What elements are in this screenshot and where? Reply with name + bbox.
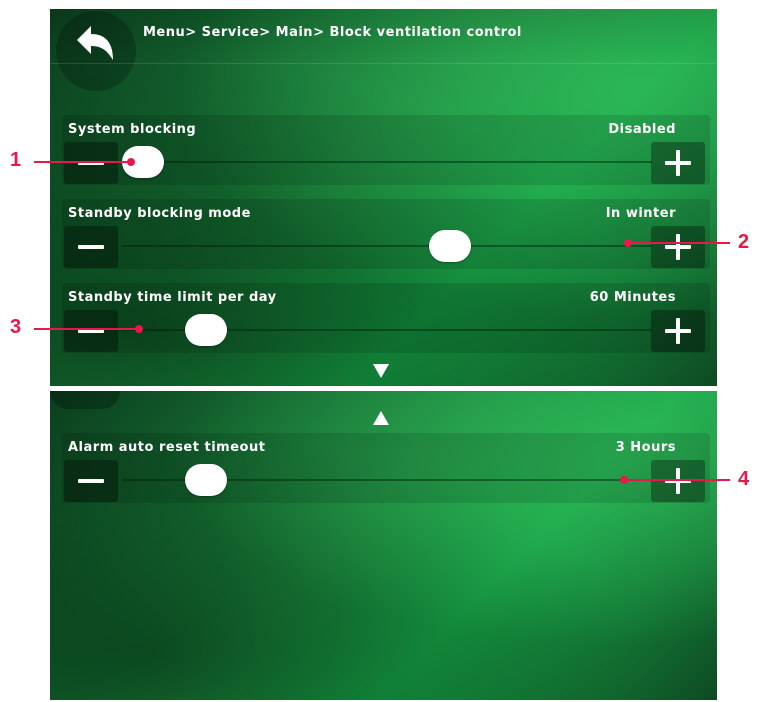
- decrease-button[interactable]: [64, 460, 118, 502]
- callout-1-line: [34, 161, 130, 163]
- decrease-button[interactable]: [64, 226, 118, 268]
- minus-icon: [78, 479, 104, 483]
- callout-3-line: [34, 328, 138, 330]
- header: Menu> Service> Main> Block ventilation c…: [50, 9, 717, 91]
- slider-thumb[interactable]: [185, 314, 227, 346]
- screen-bottom: Alarm auto reset timeout 3 Hours: [50, 391, 717, 700]
- breadcrumb: Menu> Service> Main> Block ventilation c…: [143, 25, 522, 40]
- callout-2-dot: [624, 239, 632, 247]
- scroll-up-icon[interactable]: [373, 411, 389, 425]
- slider-thumb[interactable]: [185, 464, 227, 496]
- back-button-edge: [50, 391, 120, 409]
- back-arrow-icon: [77, 26, 113, 60]
- callout-4: 4: [738, 468, 750, 490]
- setting-value: Disabled: [608, 122, 676, 137]
- slider-track[interactable]: [122, 230, 652, 262]
- setting-row-standby-time-limit: Standby time limit per day 60 Minutes: [62, 283, 710, 353]
- callout-3-dot: [135, 325, 143, 333]
- slider-track[interactable]: [122, 464, 652, 496]
- callout-2-line: [630, 242, 730, 244]
- callout-2: 2: [738, 231, 750, 253]
- callout-4-dot: [620, 476, 628, 484]
- callout-4-line: [626, 479, 730, 481]
- setting-row-alarm-auto-reset: Alarm auto reset timeout 3 Hours: [62, 433, 710, 503]
- slider-thumb[interactable]: [429, 230, 471, 262]
- setting-row-standby-blocking-mode: Standby blocking mode In winter: [62, 199, 710, 269]
- setting-row-system-blocking: System blocking Disabled: [62, 115, 710, 185]
- increase-button[interactable]: [651, 226, 705, 268]
- scroll-down-icon[interactable]: [373, 364, 389, 378]
- increase-button[interactable]: [651, 310, 705, 352]
- setting-value: 3 Hours: [615, 440, 676, 455]
- callout-1: 1: [10, 149, 22, 171]
- header-divider: [50, 63, 717, 64]
- screen-top: Menu> Service> Main> Block ventilation c…: [50, 9, 717, 386]
- back-button[interactable]: [56, 11, 136, 91]
- slider-track[interactable]: [122, 146, 652, 178]
- decrease-button[interactable]: [64, 142, 118, 184]
- callout-3: 3: [10, 316, 22, 338]
- setting-value: In winter: [605, 206, 676, 221]
- setting-label: Standby time limit per day: [68, 290, 277, 305]
- increase-button[interactable]: [651, 460, 705, 502]
- increase-button[interactable]: [651, 142, 705, 184]
- setting-value: 60 Minutes: [589, 290, 676, 305]
- slider-track[interactable]: [122, 314, 652, 346]
- decrease-button[interactable]: [64, 310, 118, 352]
- minus-icon: [78, 245, 104, 249]
- setting-label: System blocking: [68, 122, 197, 137]
- setting-label: Alarm auto reset timeout: [68, 440, 266, 455]
- setting-label: Standby blocking mode: [68, 206, 251, 221]
- callout-1-dot: [127, 158, 135, 166]
